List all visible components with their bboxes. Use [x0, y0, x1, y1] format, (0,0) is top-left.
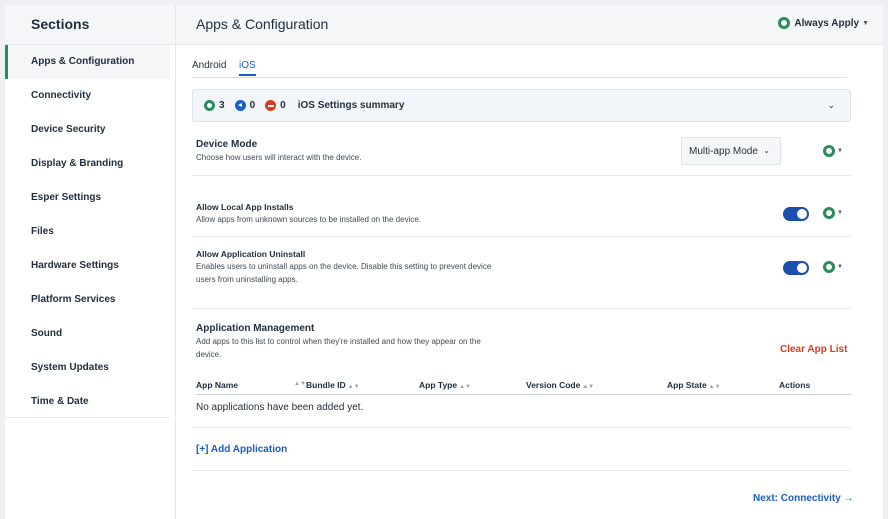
- app-management-description-1: Add apps to this list to control when th…: [196, 337, 481, 346]
- sidebar-item-time-date[interactable]: Time & Date: [5, 385, 170, 419]
- applied-stat: 3: [204, 100, 225, 111]
- arrow-left-circle-icon: [234, 100, 246, 111]
- col-app-name[interactable]: App Name: [196, 380, 238, 390]
- minus-circle-icon: [265, 100, 277, 111]
- summary-title: iOS Settings summary: [297, 100, 405, 111]
- app-uninstall-description-2: users from uninstalling apps.: [196, 275, 298, 284]
- local-installs-description: Allow apps from unknown sources to be in…: [196, 215, 422, 224]
- device-mode-select[interactable]: Multi-app Mode ⌄: [681, 137, 781, 165]
- col-version-code-label: Version Code: [526, 380, 581, 390]
- divider: [192, 175, 851, 176]
- sidebar-item-system-updates[interactable]: System Updates: [5, 351, 170, 385]
- toggle-knob: [797, 209, 807, 219]
- main-header: Apps & Configuration Always Apply ▼: [176, 5, 883, 45]
- applied-status-icon: [823, 207, 835, 219]
- always-apply-dropdown[interactable]: Always Apply ▼: [778, 17, 869, 29]
- col-actions-label: Actions: [779, 380, 811, 390]
- local-installs-section: Allow Local App Installs Allow apps from…: [196, 202, 851, 226]
- col-actions: Actions: [779, 380, 810, 390]
- app-uninstall-label: Allow Application Uninstall: [196, 249, 306, 259]
- applied-status-icon: [823, 145, 835, 157]
- next-connectivity-button[interactable]: Next: Connectivity →: [753, 493, 854, 504]
- skipped-stat: 0: [234, 100, 256, 111]
- caret-down-icon: ▼: [862, 19, 869, 27]
- sidebar-item-device-security[interactable]: Device Security: [5, 113, 170, 147]
- caret-down-icon: ▼: [837, 210, 843, 216]
- device-mode-value: Multi-app Mode: [689, 146, 758, 157]
- main-panel: Apps & Configuration Always Apply ▼ Andr…: [176, 5, 883, 519]
- local-installs-apply-status[interactable]: ▼: [823, 207, 843, 219]
- ios-settings-summary[interactable]: 3 0 0 iOS Settings summary ⌄: [192, 89, 851, 122]
- platform-tabs: Android iOS: [192, 60, 847, 78]
- applied-count: 3: [219, 100, 225, 111]
- toggle-knob: [797, 263, 807, 273]
- local-installs-label: Allow Local App Installs: [196, 202, 294, 212]
- sidebar-item-files[interactable]: Files: [5, 215, 170, 249]
- local-installs-toggle[interactable]: [783, 207, 809, 221]
- app-uninstall-description-1: Enables users to uninstall apps on the d…: [196, 262, 492, 271]
- col-app-type[interactable]: App Type ▲▼: [419, 380, 471, 390]
- tab-ios[interactable]: iOS: [239, 60, 256, 76]
- divider: [192, 470, 851, 471]
- sidebar-item-platform-services[interactable]: Platform Services: [5, 283, 170, 317]
- col-version-code[interactable]: Version Code ▲▼: [526, 380, 594, 390]
- sidebar-title: Sections: [5, 5, 175, 45]
- app-uninstall-section: Allow Application Uninstall Enables user…: [196, 249, 851, 286]
- page-title: Apps & Configuration: [196, 16, 329, 32]
- col-bundle-id[interactable]: Bundle ID ▲▼: [306, 380, 360, 390]
- divider: [192, 427, 851, 428]
- sidebar-item-hardware-settings[interactable]: Hardware Settings: [5, 249, 170, 283]
- sidebar-item-apps-configuration[interactable]: Apps & Configuration: [5, 45, 170, 79]
- applied-icon: [204, 100, 215, 111]
- sort-icon: ▲▼: [582, 384, 595, 390]
- add-application-button[interactable]: [+] Add Application: [196, 444, 287, 455]
- divider: [192, 308, 851, 309]
- sidebar-list: Apps & Configuration Connectivity Device…: [5, 45, 170, 419]
- app-management-section: Application Management Add apps to this …: [196, 323, 851, 361]
- app-uninstall-toggle[interactable]: [783, 261, 809, 275]
- tab-android[interactable]: Android: [192, 60, 226, 75]
- caret-down-icon: ▼: [837, 264, 843, 270]
- applied-status-icon: [823, 261, 835, 273]
- clear-app-list-button[interactable]: Clear App List: [780, 344, 847, 355]
- sidebar-divider: [5, 417, 170, 418]
- sections-sidebar: Sections Apps & Configuration Connectivi…: [5, 5, 176, 519]
- sort-icon: ▲▼: [347, 384, 360, 390]
- chevron-down-icon[interactable]: ⌄: [827, 100, 835, 111]
- sidebar-item-display-branding[interactable]: Display & Branding: [5, 147, 170, 181]
- sort-icon[interactable]: ▲▼: [294, 381, 306, 387]
- blocked-stat: 0: [265, 100, 286, 111]
- sidebar-item-esper-settings[interactable]: Esper Settings: [5, 181, 170, 215]
- always-apply-label: Always Apply: [794, 17, 860, 29]
- col-bundle-id-label: Bundle ID: [306, 380, 346, 390]
- sidebar-item-sound[interactable]: Sound: [5, 317, 170, 351]
- col-app-state-label: App State: [667, 380, 707, 390]
- app-table-header: App Name ▲▼ Bundle ID ▲▼ App Type ▲▼ Versi…: [196, 380, 851, 395]
- skipped-count: 0: [249, 100, 256, 111]
- app-management-description-2: device.: [196, 350, 222, 359]
- app-uninstall-apply-status[interactable]: ▼: [823, 261, 843, 273]
- blocked-count: 0: [280, 100, 286, 111]
- col-app-type-label: App Type: [419, 380, 458, 390]
- app-management-label: Application Management: [196, 323, 315, 334]
- chevron-down-icon: ⌄: [763, 146, 770, 155]
- caret-down-icon: ▼: [837, 148, 843, 154]
- empty-table-message: No applications have been added yet.: [196, 402, 364, 413]
- sort-icon: ▲▼: [459, 384, 471, 390]
- col-app-state[interactable]: App State ▲▼: [667, 380, 721, 390]
- sidebar-item-connectivity[interactable]: Connectivity: [5, 79, 170, 113]
- sort-icon: ▲▼: [708, 384, 721, 390]
- device-mode-apply-status[interactable]: ▼: [823, 145, 843, 157]
- divider: [192, 236, 851, 237]
- applied-status-icon: [778, 17, 791, 29]
- col-app-name-label: App Name: [196, 380, 239, 390]
